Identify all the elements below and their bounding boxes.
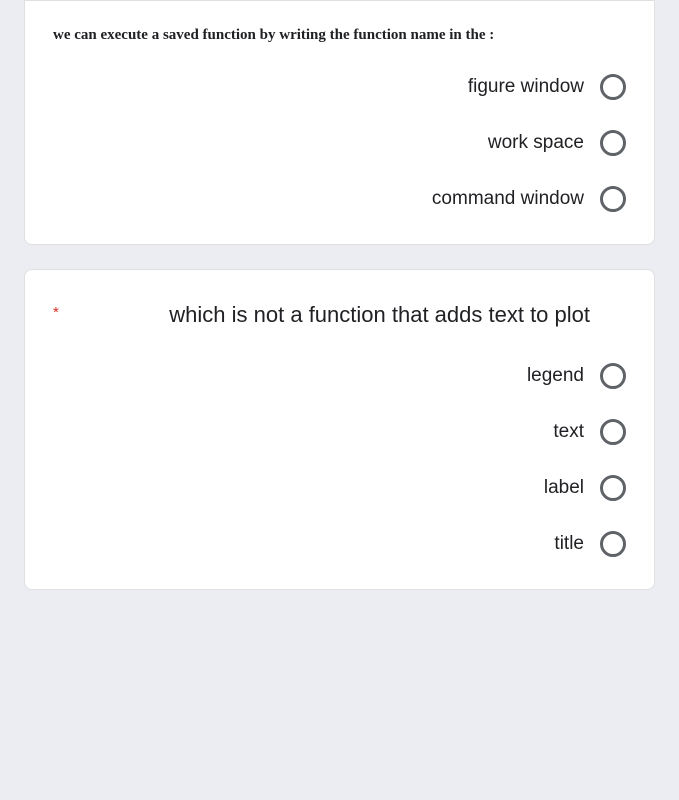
radio-option[interactable]: legend [527,363,626,389]
radio-icon [600,419,626,445]
option-label: figure window [468,76,584,98]
radio-icon [600,475,626,501]
radio-icon [600,531,626,557]
radio-option[interactable]: command window [432,186,626,212]
option-label: command window [432,188,584,210]
radio-option[interactable]: figure window [468,74,626,100]
question-card-1: we can execute a saved function by writi… [24,0,655,245]
option-label: work space [488,132,584,154]
radio-option[interactable]: text [553,419,626,445]
option-label: title [554,533,584,555]
radio-icon [600,130,626,156]
question-card-2: * which is not a function that adds text… [24,269,655,590]
question-text: we can execute a saved function by writi… [53,25,626,46]
radio-option[interactable]: label [544,475,626,501]
options-group: legend text label title [53,363,626,557]
radio-option[interactable]: work space [488,130,626,156]
radio-icon [600,363,626,389]
option-label: label [544,477,584,499]
radio-option[interactable]: title [554,531,626,557]
question-header: * which is not a function that adds text… [53,298,626,363]
options-group: figure window work space command window [53,74,626,212]
radio-icon [600,186,626,212]
option-label: legend [527,365,584,387]
option-label: text [553,421,584,443]
required-asterisk: * [53,304,59,321]
question-text: which is not a function that adds text t… [79,298,590,331]
radio-icon [600,74,626,100]
